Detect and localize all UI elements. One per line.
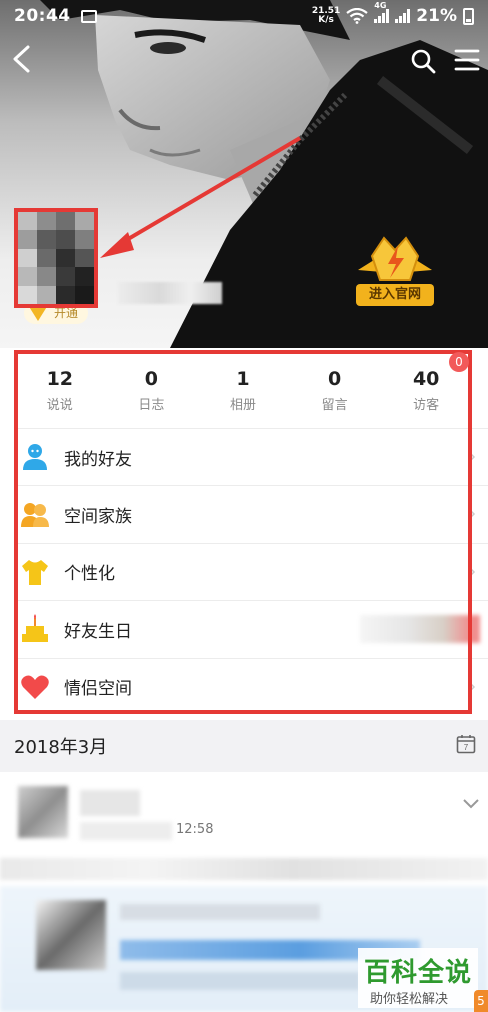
search-icon[interactable]	[410, 48, 436, 74]
signal-bars-2-icon	[395, 9, 411, 23]
cake-icon	[22, 614, 48, 643]
battery-icon	[463, 7, 474, 25]
signal-bars-icon	[374, 9, 390, 23]
image-notification-icon	[80, 9, 97, 23]
calendar-icon[interactable]: 7	[456, 734, 476, 754]
birthday-avatars-blurred	[360, 615, 480, 644]
battery-percent: 21%	[416, 6, 457, 26]
shirt-icon	[22, 559, 48, 585]
post-author-blurred	[80, 790, 140, 816]
chevron-right-icon	[468, 681, 476, 693]
stat-shuoshuo[interactable]: 12 说说	[14, 356, 106, 428]
watermark-subtitle: 助你轻松解决	[370, 992, 449, 1007]
post-time: 12:58	[176, 822, 214, 837]
post-meta-blurred	[80, 822, 172, 840]
corner-badge: 5	[474, 990, 488, 1012]
avatar[interactable]	[18, 212, 94, 304]
post-title-blurred	[120, 904, 320, 920]
timeline-header: 2018年3月	[0, 720, 488, 772]
post-thumb-blurred	[36, 900, 106, 970]
menu-item-friends[interactable]: 我的好友	[14, 428, 488, 485]
wifi-icon	[346, 8, 368, 24]
stat-messages[interactable]: 0 留言	[289, 356, 381, 428]
svg-text:7: 7	[464, 743, 469, 752]
menu-item-personalize[interactable]: 个性化	[14, 542, 488, 600]
menu-icon[interactable]	[454, 48, 480, 72]
cell-signal-1: 4G	[374, 1, 390, 23]
back-arrow-icon[interactable]	[8, 44, 36, 74]
network-speed: 21.51 K/s	[311, 6, 341, 25]
group-icon	[21, 502, 49, 527]
menu-item-family[interactable]: 空间家族	[14, 485, 488, 542]
chevron-down-icon[interactable]	[462, 798, 480, 810]
watermark: 百科全说 助你轻松解决	[358, 948, 478, 1008]
stat-blog[interactable]: 0 日志	[106, 356, 198, 428]
post-desc-blurred	[120, 972, 360, 990]
watermark-title: 百科全说	[364, 958, 473, 988]
stats-row: 12 说说 0 日志 1 相册 0 留言 40 访客	[14, 356, 472, 428]
post-avatar-blurred	[18, 786, 68, 838]
profile-menu: 我的好友 空间家族 个性化 好友生日 情侣空间	[14, 428, 488, 715]
visitor-count-badge: 0	[449, 352, 469, 372]
enter-official-site-button[interactable]: 进入官网	[356, 284, 434, 306]
menu-item-birthdays[interactable]: 好友生日	[14, 600, 488, 657]
timeline-date: 2018年3月	[14, 737, 108, 758]
menu-item-couple-space[interactable]: 情侣空间	[14, 657, 488, 715]
post-text-blurred	[0, 858, 488, 880]
stat-album[interactable]: 1 相册	[197, 356, 289, 428]
avatar-highlight[interactable]	[14, 208, 98, 308]
chevron-right-icon	[468, 566, 476, 578]
person-icon	[23, 444, 47, 471]
heart-icon	[21, 675, 49, 699]
chevron-right-icon	[468, 508, 476, 520]
chevron-right-icon	[468, 451, 476, 463]
status-bar: 20:44 21.51 K/s 4G 21%	[0, 0, 488, 32]
nickname-blurred	[118, 282, 222, 304]
clock: 20:44	[14, 6, 71, 26]
